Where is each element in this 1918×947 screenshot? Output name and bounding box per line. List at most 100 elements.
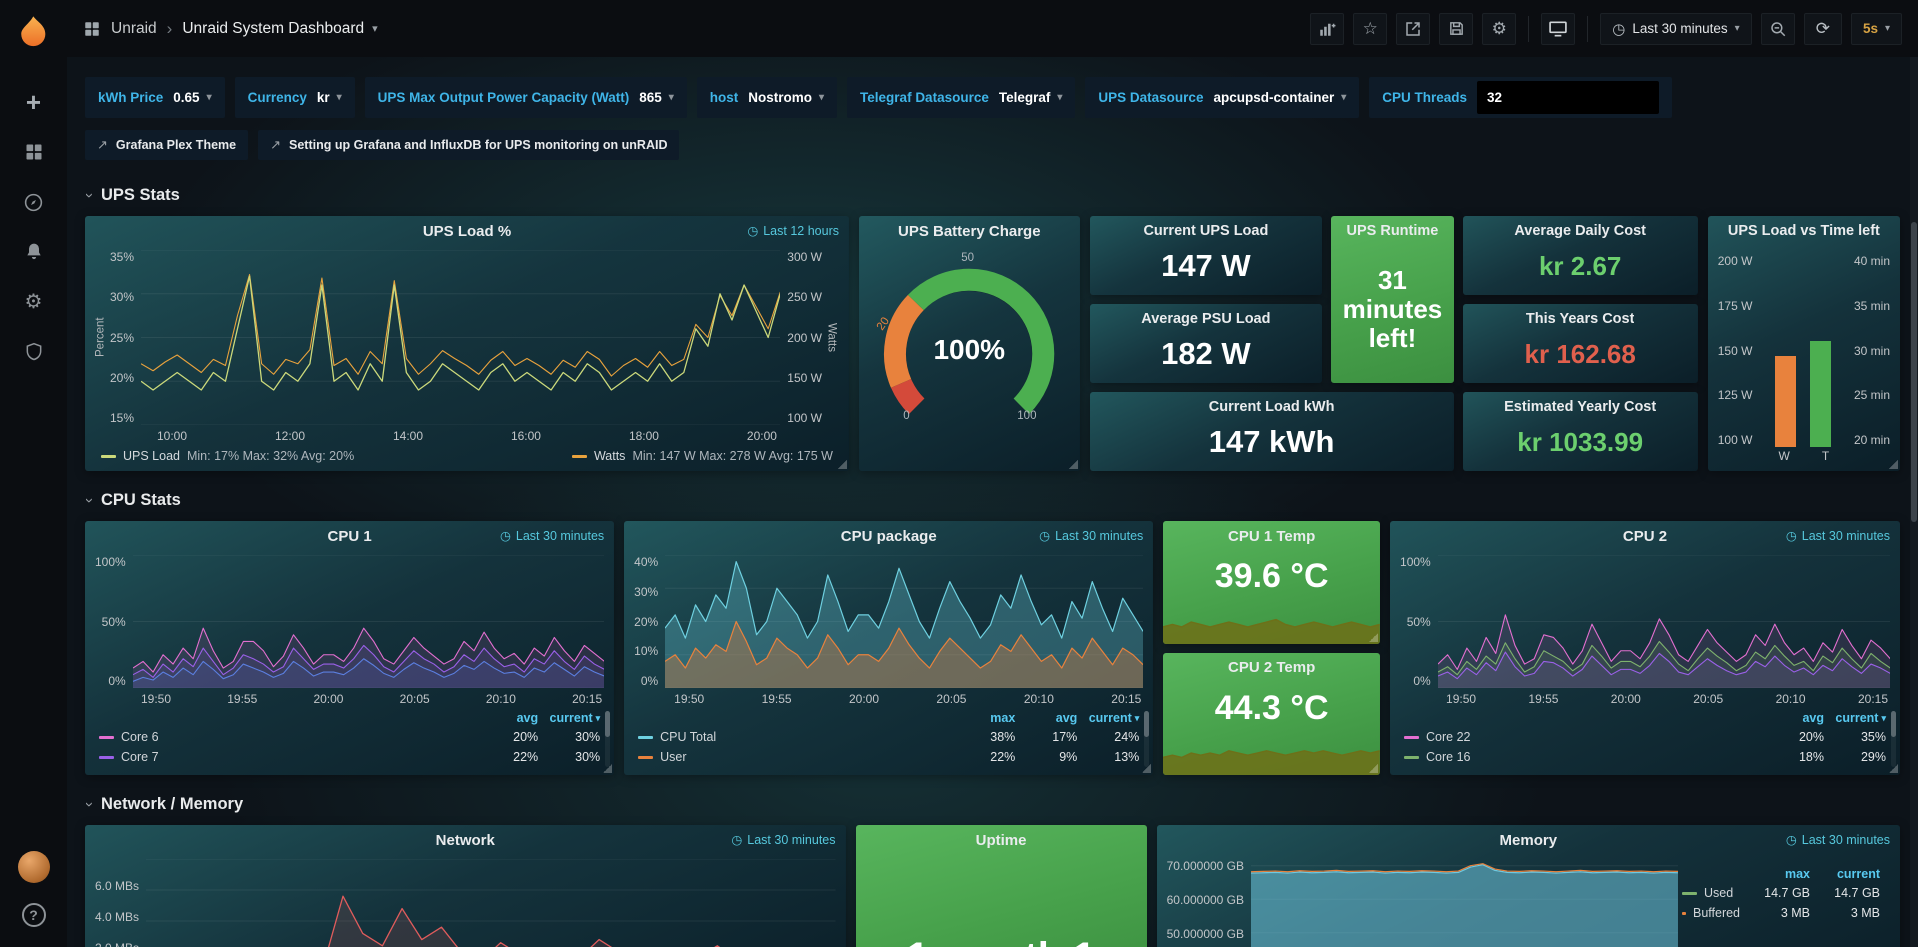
panel-title[interactable]: This Years Cost: [1526, 311, 1635, 327]
panel-title[interactable]: CPU package: [841, 528, 937, 545]
panel-title[interactable]: CPU 2 Temp: [1228, 659, 1315, 676]
link-grafana-plex-theme[interactable]: ↗ Grafana Plex Theme: [85, 130, 248, 160]
legend-col-avg[interactable]: avg: [476, 709, 538, 727]
row-header-ups-stats[interactable]: › UPS Stats: [87, 182, 1900, 208]
legend-col-max[interactable]: max: [953, 709, 1015, 727]
legend-item[interactable]: WattsMin: 147 W Max: 278 W Avg: 175 W: [572, 449, 833, 463]
panel-title[interactable]: Uptime: [976, 832, 1027, 849]
legend-col-current[interactable]: current▾: [1824, 709, 1886, 727]
ups-load-chart[interactable]: [141, 250, 780, 425]
variable-value-dropdown[interactable]: kr▾: [317, 90, 342, 105]
cpu-2-chart[interactable]: [1438, 555, 1890, 688]
panel-title[interactable]: UPS Load vs Time left: [1728, 223, 1880, 239]
dashboard-picker-button[interactable]: [83, 20, 101, 38]
panel-title[interactable]: Current UPS Load: [1143, 223, 1268, 239]
variable-kwh-price: kWh Price 0.65▾: [85, 77, 225, 118]
x-axis-ticks: 10:0012:0014:0016:0018:0020:00: [85, 429, 849, 446]
cpu-package-chart[interactable]: [665, 555, 1143, 688]
zoom-out-button[interactable]: [1761, 13, 1795, 45]
legend-row[interactable]: User22%9%13%: [638, 747, 1139, 767]
legend-row[interactable]: Buffered3 MB3 MB: [1682, 903, 1880, 923]
star-button[interactable]: ☆: [1353, 13, 1387, 45]
share-button[interactable]: [1396, 13, 1430, 45]
add-panel-button[interactable]: [1310, 13, 1344, 45]
variable-value-dropdown[interactable]: Telegraf▾: [999, 90, 1063, 105]
y-axis-ticks-left: 100%50%0%: [1398, 555, 1438, 688]
sidebar-configuration-button[interactable]: ⚙: [7, 280, 61, 324]
panel-resize-handle[interactable]: [1368, 763, 1378, 773]
network-chart[interactable]: [146, 859, 836, 947]
legend-scrollbar-thumb[interactable]: [1891, 711, 1896, 737]
legend-row[interactable]: Core 620%30%: [99, 727, 600, 747]
refresh-button[interactable]: ⟳: [1804, 13, 1842, 45]
breadcrumb-folder[interactable]: Unraid: [111, 20, 157, 38]
legend-row[interactable]: CPU Total38%17%24%: [638, 727, 1139, 747]
legend-item[interactable]: UPS LoadMin: 17% Max: 32% Avg: 20%: [101, 449, 354, 463]
legend-row[interactable]: Core 722%30%: [99, 747, 600, 767]
panel-title[interactable]: UPS Load %: [423, 223, 511, 240]
sidebar-explore-button[interactable]: [7, 180, 61, 224]
panel-resize-handle[interactable]: [602, 763, 612, 773]
legend-col-current[interactable]: current▾: [538, 709, 600, 727]
page-scrollbar-thumb[interactable]: [1911, 222, 1917, 522]
legend-col-avg[interactable]: avg: [1762, 709, 1824, 727]
ups-load-vs-time-bars[interactable]: [1759, 254, 1847, 447]
panel-title[interactable]: Memory: [1500, 832, 1558, 849]
legend-scrollbar-thumb[interactable]: [1144, 711, 1149, 737]
panel-title[interactable]: Estimated Yearly Cost: [1504, 399, 1656, 415]
panel-title[interactable]: CPU 1: [327, 528, 371, 545]
panel-title[interactable]: UPS Runtime: [1347, 223, 1439, 239]
grafana-logo[interactable]: [12, 10, 56, 54]
legend-scrollbar-thumb[interactable]: [605, 711, 610, 737]
legend-col-current[interactable]: current▾: [1077, 709, 1139, 727]
cycle-view-button[interactable]: [1541, 13, 1575, 45]
row-header-network-memory[interactable]: › Network / Memory: [87, 791, 1900, 817]
time-range-picker[interactable]: ◷ Last 30 minutes ▾: [1600, 13, 1751, 45]
panel-resize-handle[interactable]: [1368, 632, 1378, 642]
variable-value-dropdown[interactable]: 0.65▾: [173, 90, 211, 105]
variable-value-dropdown[interactable]: apcupsd-container▾: [1213, 90, 1346, 105]
sidebar-alerting-button[interactable]: [7, 230, 61, 274]
sidebar-help-button[interactable]: ?: [7, 893, 61, 937]
cpu-threads-input[interactable]: [1477, 81, 1659, 114]
sidebar-admin-button[interactable]: [7, 330, 61, 374]
save-button[interactable]: [1439, 13, 1473, 45]
panel-resize-handle[interactable]: [1068, 459, 1078, 469]
legend-scrollbar[interactable]: [1144, 711, 1149, 767]
page-scrollbar[interactable]: [1910, 57, 1918, 947]
panel-resize-handle[interactable]: [837, 459, 847, 469]
legend-col-current[interactable]: current: [1810, 865, 1880, 883]
axis-tick-label: 30%: [634, 585, 658, 599]
sidebar-profile-button[interactable]: [7, 845, 61, 889]
legend-row[interactable]: Core 1618%29%: [1404, 747, 1886, 767]
panel-resize-handle[interactable]: [1141, 763, 1151, 773]
link-ups-monitoring-guide[interactable]: ↗ Setting up Grafana and InfluxDB for UP…: [258, 130, 679, 160]
panel-title[interactable]: UPS Battery Charge: [898, 223, 1041, 240]
sidebar-create-button[interactable]: +: [7, 80, 61, 124]
panel-title[interactable]: CPU 1 Temp: [1228, 528, 1315, 545]
panel-resize-handle[interactable]: [1888, 763, 1898, 773]
cpu-1-chart[interactable]: [133, 555, 604, 688]
panel-title[interactable]: Current Load kWh: [1209, 399, 1335, 415]
dashboard-settings-button[interactable]: ⚙: [1482, 13, 1516, 45]
legend-col-max[interactable]: max: [1740, 865, 1810, 883]
panel-title[interactable]: CPU 2: [1623, 528, 1667, 545]
sidebar-dashboards-button[interactable]: [7, 130, 61, 174]
refresh-interval-picker[interactable]: 5s ▾: [1851, 13, 1902, 45]
breadcrumb-dashboard[interactable]: Unraid System Dashboard: [182, 20, 364, 38]
row-header-cpu-stats[interactable]: › CPU Stats: [87, 487, 1900, 513]
legend-col-avg[interactable]: avg: [1015, 709, 1077, 727]
legend-row[interactable]: Core 2220%35%: [1404, 727, 1886, 747]
panel-title[interactable]: Network: [436, 832, 495, 849]
variable-value-dropdown[interactable]: 865▾: [639, 90, 674, 105]
legend-row[interactable]: Used14.7 GB14.7 GB: [1682, 883, 1880, 903]
panel-resize-handle[interactable]: [1888, 459, 1898, 469]
stat-value: kr 162.68: [1525, 340, 1636, 369]
panel-title[interactable]: Average Daily Cost: [1514, 223, 1646, 239]
caret-down-icon[interactable]: ▾: [372, 22, 378, 35]
memory-chart[interactable]: [1251, 859, 1678, 947]
panel-title[interactable]: Average PSU Load: [1141, 311, 1270, 327]
legend-scrollbar[interactable]: [1891, 711, 1896, 767]
variable-value-dropdown[interactable]: Nostromo▾: [748, 90, 824, 105]
legend-scrollbar[interactable]: [605, 711, 610, 767]
